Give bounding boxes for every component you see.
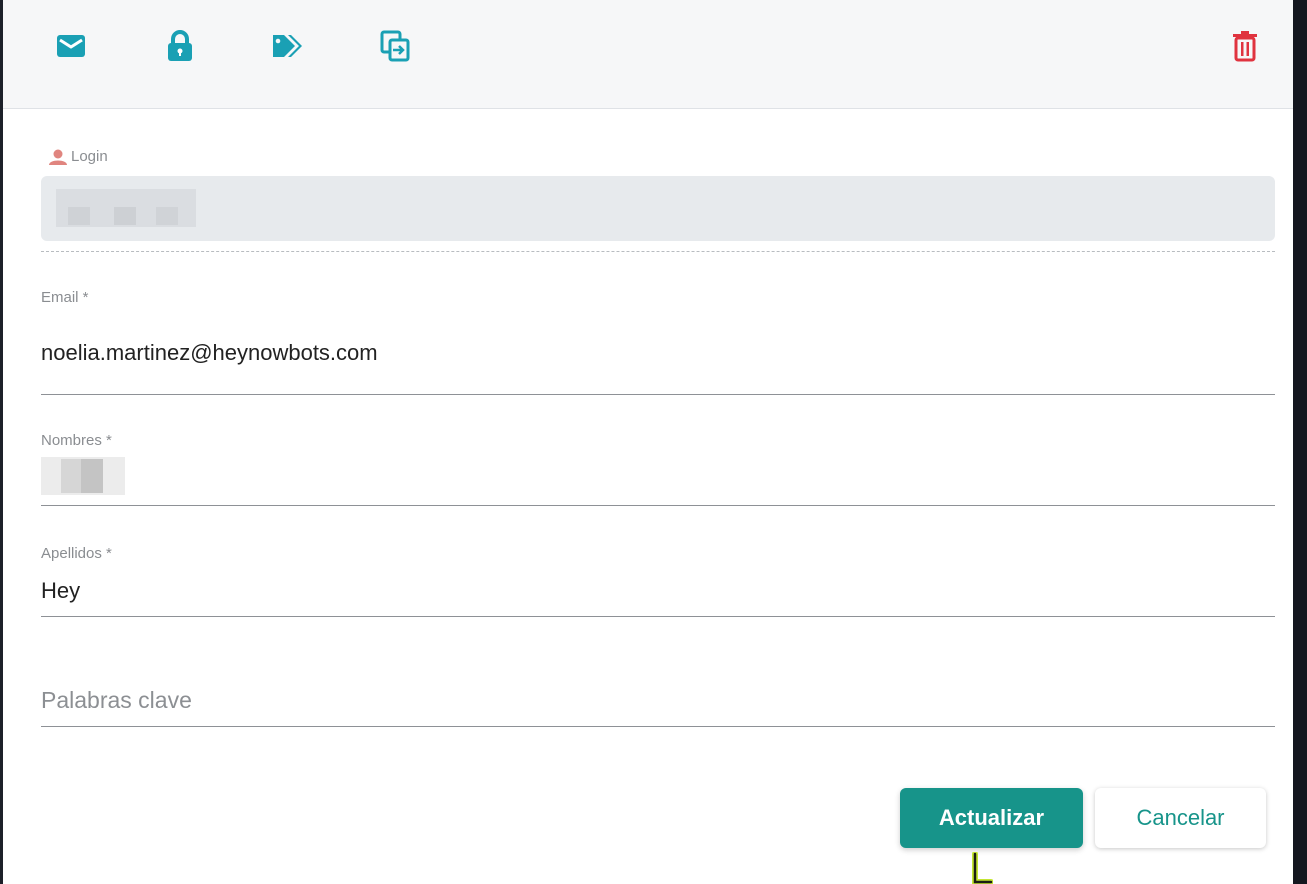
email-underline [41,394,1275,395]
tags-icon[interactable] [271,30,303,62]
apellidos-field[interactable]: Hey [41,578,80,604]
email-label: Email * [41,289,89,306]
nombres-label: Nombres * [41,432,112,449]
login-label: Login [47,148,108,165]
user-icon [49,149,67,165]
update-button[interactable]: Actualizar [900,788,1083,848]
user-edit-panel: Login Email * noelia.martinez@heynowbots… [0,0,1293,884]
keywords-underline [41,726,1275,727]
toolbar [3,0,1293,109]
apellidos-underline [41,616,1275,617]
login-field [41,176,1275,241]
email-field[interactable]: noelia.martinez@heynowbots.com [41,340,378,366]
apellidos-label: Apellidos * [41,545,112,562]
nombres-underline [41,505,1275,506]
login-divider [41,251,1275,252]
keywords-input[interactable]: Palabras clave [41,687,192,714]
cancel-button[interactable]: Cancelar [1095,788,1266,848]
lock-icon[interactable] [164,30,196,62]
cursor-icon [972,852,993,884]
switch-icon[interactable] [379,30,411,62]
trash-icon[interactable] [1229,30,1261,62]
email-icon[interactable] [55,30,87,62]
